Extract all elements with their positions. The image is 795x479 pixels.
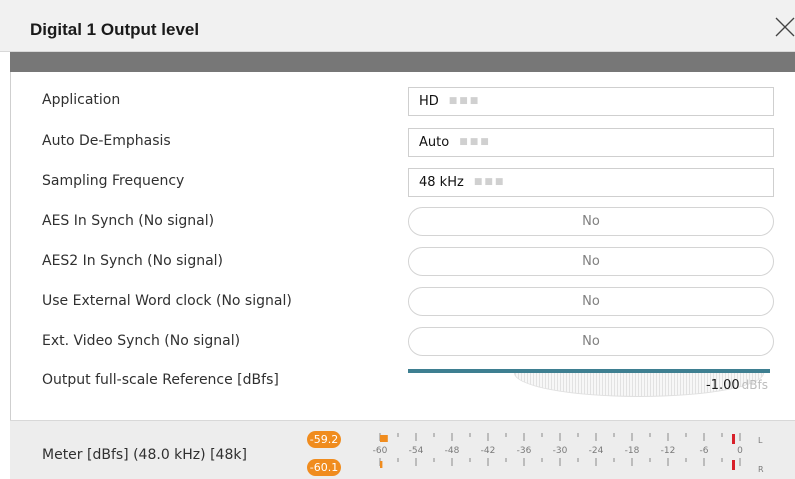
channel-left-label: L (758, 436, 763, 445)
ext-video-synch-label: Ext. Video Synch (No signal) (42, 333, 241, 349)
application-select[interactable]: HD ■■■ (408, 87, 774, 116)
meter-scale-label: -36 (517, 446, 532, 456)
clip-marker-left (732, 434, 735, 444)
meter-bar-left (380, 435, 388, 442)
output-reference-readout: -1.00 dBfs (706, 378, 768, 393)
aes2-in-synch-toggle[interactable]: No (408, 247, 774, 276)
meter-label: Meter [dBfs] (48.0 kHz) [48k] (42, 447, 247, 463)
aes2-in-synch-label: AES2 In Synch (No signal) (42, 253, 224, 269)
title-bar: Digital 1 Output level (0, 0, 795, 52)
channel-right-label: R (758, 465, 764, 474)
header-strip (10, 52, 795, 72)
peak-left-badge[interactable]: -59.2 (307, 431, 341, 448)
sampling-frequency-label: Sampling Frequency (42, 173, 185, 189)
meter-scale-label: -12 (661, 446, 676, 456)
application-value: HD (419, 94, 439, 109)
dots-icon: ■■■ (448, 96, 481, 106)
auto-deemphasis-select[interactable]: Auto ■■■ (408, 128, 774, 157)
auto-deemphasis-label: Auto De-Emphasis (42, 133, 171, 149)
ext-video-synch-toggle[interactable]: No (408, 327, 774, 356)
aes-in-synch-toggle[interactable]: No (408, 207, 774, 236)
aes-in-synch-label: AES In Synch (No signal) (42, 213, 215, 229)
output-reference-label: Output full-scale Reference [dBfs] (42, 372, 279, 388)
meter-scale-label: -42 (481, 446, 496, 456)
meter-bar-right (380, 461, 383, 468)
meter-scale-label: -24 (589, 446, 604, 456)
dots-icon: ■■■ (459, 137, 491, 147)
meter-scale-label: -60 (373, 446, 388, 456)
meter-scale-label: -48 (445, 446, 460, 456)
application-label: Application (42, 92, 121, 108)
dots-icon: ■■■ (473, 177, 506, 187)
level-meter: -60 -54 -48 -42 -36 -30 -24 -18 -12 -6 0LR (373, 433, 764, 474)
meter-scale-label: -54 (409, 446, 424, 456)
meter-area: Meter [dBfs] (48.0 kHz) [48k] -59.2 -60.… (10, 420, 795, 479)
window-title: Digital 1 Output level (30, 20, 200, 39)
external-word-clock-label: Use External Word clock (No signal) (42, 293, 292, 309)
auto-deemphasis-value: Auto (419, 135, 450, 150)
meter-scale-label: -30 (553, 446, 568, 456)
output-reference-slider[interactable]: -1.00 dBfs (408, 369, 770, 399)
peak-right-badge[interactable]: -60.1 (307, 459, 341, 476)
close-icon[interactable] (774, 16, 795, 38)
sampling-frequency-select[interactable]: 48 kHz ■■■ (408, 168, 774, 197)
meter-scale-label: 0 (737, 446, 743, 456)
external-word-clock-toggle[interactable]: No (408, 287, 774, 316)
output-reference-value: -1.00 (706, 378, 740, 393)
clip-marker-right (732, 460, 735, 470)
meter-scale-label: -18 (625, 446, 640, 456)
meter-scale-label: -6 (700, 446, 709, 456)
sampling-frequency-value: 48 kHz (419, 175, 464, 190)
output-reference-unit: dBfs (741, 378, 768, 392)
